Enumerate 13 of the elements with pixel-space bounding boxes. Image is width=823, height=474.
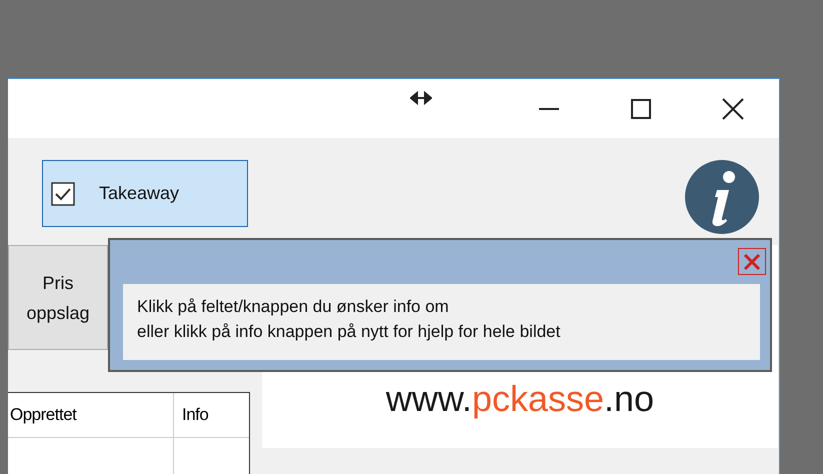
popup-close-button[interactable]: [738, 248, 766, 275]
close-icon: [743, 252, 761, 270]
column-header: Info: [173, 393, 249, 438]
takeaway-toggle[interactable]: Takeaway: [42, 160, 248, 227]
close-icon: [722, 98, 744, 120]
info-icon[interactable]: [685, 160, 759, 234]
logo-text: www.pckasse.no: [386, 378, 654, 420]
price-lookup-button[interactable]: Pris oppslag: [8, 245, 108, 350]
column-header: Opprettet: [8, 393, 173, 438]
minimize-icon: [539, 108, 559, 110]
resize-cursor-icon: [410, 91, 432, 105]
info-message: Klikk på feltet/knappen du ønsker info om eller klikk på info knappen på nytt for hjelp for hele bildet: [123, 284, 760, 360]
maximize-icon: [631, 98, 651, 118]
